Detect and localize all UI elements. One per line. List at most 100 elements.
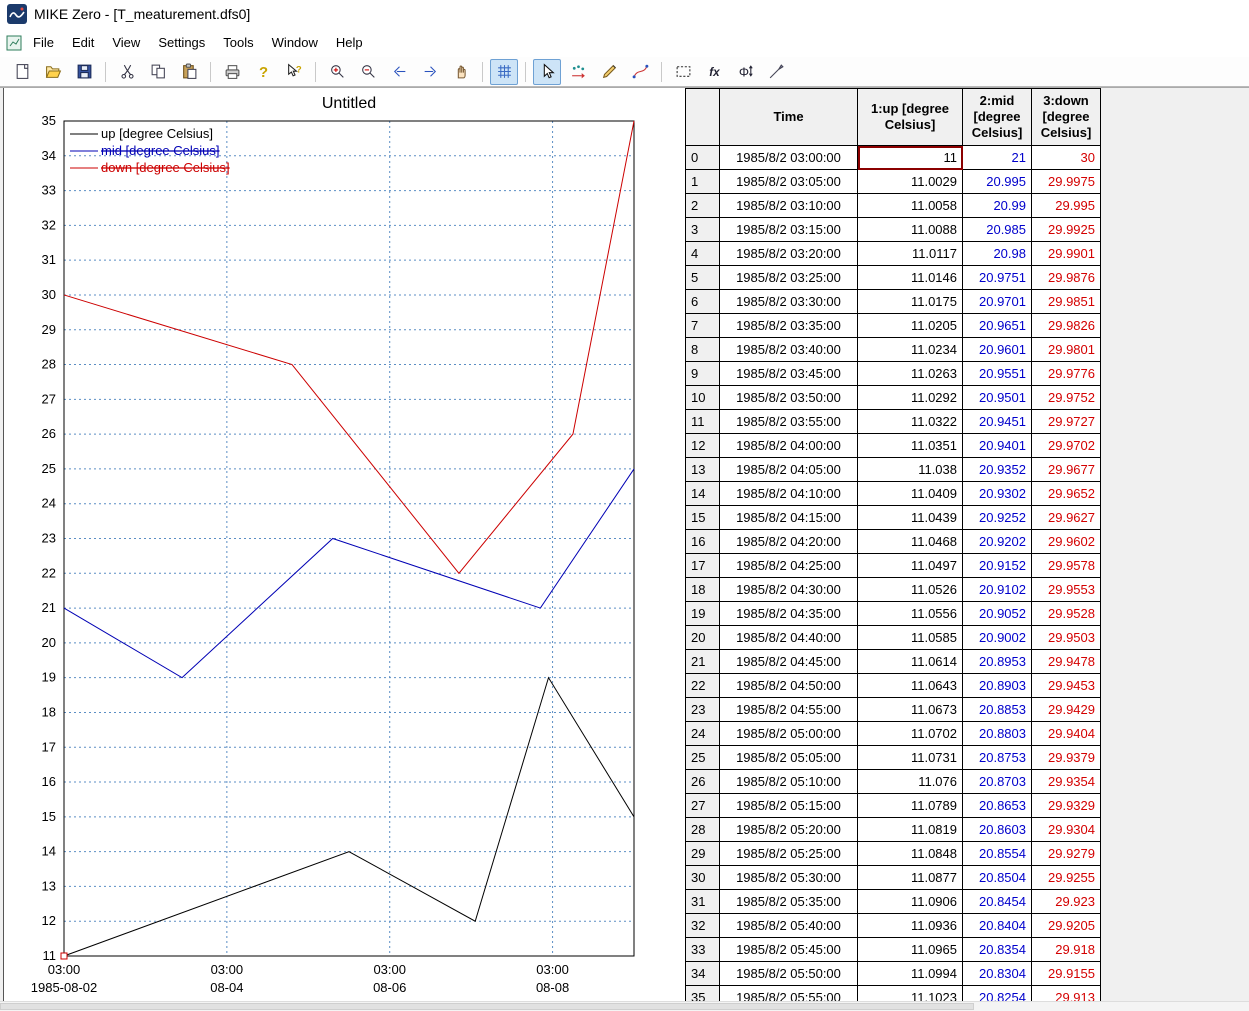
cell-down[interactable]: 29.9578 xyxy=(1032,554,1101,578)
cell-down[interactable]: 29.9801 xyxy=(1032,338,1101,362)
row-header[interactable]: 0 xyxy=(686,146,720,170)
cell-time[interactable]: 1985/8/2 05:50:00 xyxy=(720,962,858,986)
cell-mid[interactable]: 20.8603 xyxy=(963,818,1032,842)
cell-mid[interactable]: 20.9052 xyxy=(963,602,1032,626)
cell-time[interactable]: 1985/8/2 03:05:00 xyxy=(720,170,858,194)
cell-down[interactable]: 29.9901 xyxy=(1032,242,1101,266)
cell-time[interactable]: 1985/8/2 03:55:00 xyxy=(720,410,858,434)
timeseries-chart[interactable]: Untitled11121314151617181920212223242526… xyxy=(4,88,684,1002)
toolbar-interpolate-curve-button[interactable] xyxy=(626,59,654,85)
cell-up[interactable]: 11.1023 xyxy=(858,986,963,1003)
cell-down[interactable]: 29.918 xyxy=(1032,938,1101,962)
menu-item-edit[interactable]: Edit xyxy=(63,31,103,54)
cell-down[interactable]: 29.9851 xyxy=(1032,290,1101,314)
row-header[interactable]: 1 xyxy=(686,170,720,194)
row-header[interactable]: 12 xyxy=(686,434,720,458)
cell-down[interactable]: 29.9329 xyxy=(1032,794,1101,818)
menu-item-window[interactable]: Window xyxy=(263,31,327,54)
cell-down[interactable]: 29.913 xyxy=(1032,986,1101,1003)
toolbar-draw-points-button[interactable] xyxy=(595,59,623,85)
cell-time[interactable]: 1985/8/2 04:00:00 xyxy=(720,434,858,458)
row-header[interactable]: 32 xyxy=(686,914,720,938)
cell-time[interactable]: 1985/8/2 03:15:00 xyxy=(720,218,858,242)
cell-time[interactable]: 1985/8/2 03:35:00 xyxy=(720,314,858,338)
column-header-up[interactable]: 1:up [degree Celsius] xyxy=(858,89,963,146)
cell-time[interactable]: 1985/8/2 03:10:00 xyxy=(720,194,858,218)
cell-up[interactable]: 11.0906 xyxy=(858,890,963,914)
cell-up[interactable]: 11.0322 xyxy=(858,410,963,434)
cell-up[interactable]: 11.0029 xyxy=(858,170,963,194)
cell-down[interactable]: 29.9379 xyxy=(1032,746,1101,770)
cell-time[interactable]: 1985/8/2 05:35:00 xyxy=(720,890,858,914)
row-header[interactable]: 14 xyxy=(686,482,720,506)
cell-up[interactable]: 11.0146 xyxy=(858,266,963,290)
cell-mid[interactable]: 20.8703 xyxy=(963,770,1032,794)
cell-mid[interactable]: 20.9302 xyxy=(963,482,1032,506)
cell-mid[interactable]: 21 xyxy=(963,146,1032,170)
toolbar-pan-button[interactable] xyxy=(447,59,475,85)
cell-time[interactable]: 1985/8/2 05:10:00 xyxy=(720,770,858,794)
cell-time[interactable]: 1985/8/2 05:55:00 xyxy=(720,986,858,1003)
cell-down[interactable]: 29.9925 xyxy=(1032,218,1101,242)
scrollbar-thumb[interactable] xyxy=(0,1003,974,1010)
cell-time[interactable]: 1985/8/2 04:55:00 xyxy=(720,698,858,722)
cell-up[interactable]: 11.0702 xyxy=(858,722,963,746)
cell-up[interactable]: 11.076 xyxy=(858,770,963,794)
document-window-icon[interactable] xyxy=(6,35,22,51)
cell-mid[interactable]: 20.98 xyxy=(963,242,1032,266)
menu-item-view[interactable]: View xyxy=(103,31,149,54)
cell-time[interactable]: 1985/8/2 05:20:00 xyxy=(720,818,858,842)
cell-up[interactable]: 11.0439 xyxy=(858,506,963,530)
toolbar-copy-button[interactable] xyxy=(144,59,172,85)
cell-down[interactable]: 29.9528 xyxy=(1032,602,1101,626)
cell-time[interactable]: 1985/8/2 04:05:00 xyxy=(720,458,858,482)
cell-down[interactable]: 29.9404 xyxy=(1032,722,1101,746)
cell-time[interactable]: 1985/8/2 04:35:00 xyxy=(720,602,858,626)
menu-item-settings[interactable]: Settings xyxy=(149,31,214,54)
cell-down[interactable]: 29.9627 xyxy=(1032,506,1101,530)
cell-mid[interactable]: 20.8953 xyxy=(963,650,1032,674)
cell-time[interactable]: 1985/8/2 05:30:00 xyxy=(720,866,858,890)
cell-up[interactable]: 11 xyxy=(858,146,963,170)
cell-time[interactable]: 1985/8/2 05:40:00 xyxy=(720,914,858,938)
cell-mid[interactable]: 20.8254 xyxy=(963,986,1032,1003)
cell-time[interactable]: 1985/8/2 04:15:00 xyxy=(720,506,858,530)
row-header[interactable]: 28 xyxy=(686,818,720,842)
toolbar-move-points-button[interactable] xyxy=(564,59,592,85)
cell-mid[interactable]: 20.9501 xyxy=(963,386,1032,410)
cell-mid[interactable]: 20.985 xyxy=(963,218,1032,242)
toolbar-save-file-button[interactable] xyxy=(70,59,98,85)
row-header[interactable]: 15 xyxy=(686,506,720,530)
toolbar-grid-view-button[interactable] xyxy=(490,59,518,85)
cell-time[interactable]: 1985/8/2 03:20:00 xyxy=(720,242,858,266)
cell-up[interactable]: 11.0526 xyxy=(858,578,963,602)
cell-up[interactable]: 11.0292 xyxy=(858,386,963,410)
row-header[interactable]: 2 xyxy=(686,194,720,218)
toolbar-cut-button[interactable] xyxy=(113,59,141,85)
cell-mid[interactable]: 20.9352 xyxy=(963,458,1032,482)
row-header[interactable]: 17 xyxy=(686,554,720,578)
toolbar-paste-button[interactable] xyxy=(175,59,203,85)
row-header[interactable]: 13 xyxy=(686,458,720,482)
row-header[interactable]: 22 xyxy=(686,674,720,698)
cell-up[interactable]: 11.0117 xyxy=(858,242,963,266)
row-header[interactable]: 30 xyxy=(686,866,720,890)
cell-down[interactable]: 29.9702 xyxy=(1032,434,1101,458)
cell-down[interactable]: 29.9652 xyxy=(1032,482,1101,506)
cell-up[interactable]: 11.0994 xyxy=(858,962,963,986)
cell-up[interactable]: 11.0848 xyxy=(858,842,963,866)
cell-down[interactable]: 29.9752 xyxy=(1032,386,1101,410)
cell-down[interactable]: 29.923 xyxy=(1032,890,1101,914)
cell-time[interactable]: 1985/8/2 05:25:00 xyxy=(720,842,858,866)
toolbar-select-rectangle-button[interactable] xyxy=(669,59,697,85)
toolbar-context-help-button[interactable]: ? xyxy=(280,59,308,85)
cell-time[interactable]: 1985/8/2 05:45:00 xyxy=(720,938,858,962)
cell-up[interactable]: 11.0556 xyxy=(858,602,963,626)
cell-up[interactable]: 11.0877 xyxy=(858,866,963,890)
row-header[interactable]: 35 xyxy=(686,986,720,1003)
row-header[interactable]: 6 xyxy=(686,290,720,314)
cell-down[interactable]: 29.9503 xyxy=(1032,626,1101,650)
cell-mid[interactable]: 20.8504 xyxy=(963,866,1032,890)
cell-mid[interactable]: 20.995 xyxy=(963,170,1032,194)
cell-mid[interactable]: 20.9551 xyxy=(963,362,1032,386)
